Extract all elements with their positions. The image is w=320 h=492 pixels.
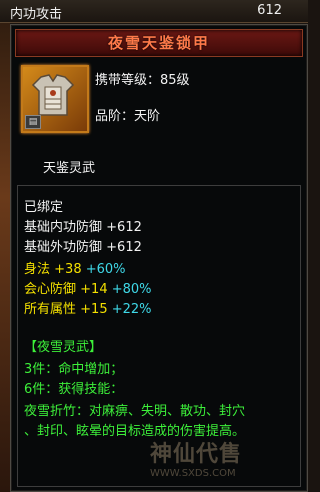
top-stat-value: 612 bbox=[257, 3, 282, 18]
background-edge bbox=[0, 0, 10, 492]
top-stat-bar: 内功攻击 612 bbox=[0, 0, 308, 23]
base-stat-row: 基础外功防御 +612 bbox=[24, 236, 142, 255]
bound-badge-icon: ▤ bbox=[25, 115, 41, 129]
item-icon-frame: ▤ bbox=[21, 65, 89, 133]
watermark-url: WWW.SXDS.COM bbox=[150, 468, 236, 479]
extra-stat-name: 会心防御 bbox=[24, 282, 77, 297]
base-stat-value: +612 bbox=[106, 220, 142, 235]
item-category: 天鉴灵武 bbox=[43, 161, 96, 176]
base-stat-name: 基础外功防御 bbox=[24, 240, 103, 255]
extra-stat-row: 身法 +38 +60% bbox=[24, 258, 126, 277]
watermark-logo: 神仙代售 WWW.SXDS.COM bbox=[150, 436, 306, 482]
extra-stat-value: +14 bbox=[80, 282, 108, 297]
base-stat-row: 基础内功防御 +612 bbox=[24, 216, 142, 235]
extra-stat-name: 身法 bbox=[24, 262, 51, 277]
extra-stat-row: 所有属性 +15 +22% bbox=[24, 298, 152, 317]
extra-stat-bonus: +80% bbox=[111, 282, 152, 297]
item-tooltip: 夜雪天鉴锁甲 ▤ 携带等级：85级 品阶：天阶 天鉴灵武 已绑定 基础内功防御 … bbox=[10, 24, 308, 492]
item-name: 夜雪天鉴锁甲 bbox=[15, 29, 303, 57]
top-stat-label: 内功攻击 bbox=[10, 7, 63, 22]
set-skill-desc: 夜雪折竹：对麻痹、失明、散功、封穴 bbox=[24, 404, 246, 419]
set-title: 【夜雪灵武】 bbox=[24, 340, 103, 355]
set-bonus-3: 3件：命中增加； bbox=[24, 362, 124, 377]
extra-stat-name: 所有属性 bbox=[24, 302, 77, 317]
item-level: 携带等级：85级 bbox=[95, 73, 190, 88]
extra-stat-value: +15 bbox=[80, 302, 108, 317]
set-bonus-6: 6件：获得技能： bbox=[24, 382, 124, 397]
watermark-text: 神仙代售 bbox=[150, 442, 243, 467]
extra-stat-value: +38 bbox=[54, 262, 82, 277]
extra-stat-bonus: +22% bbox=[111, 302, 152, 317]
item-grade: 品阶：天阶 bbox=[95, 109, 161, 124]
base-stat-value: +612 bbox=[106, 240, 142, 255]
extra-stat-row: 会心防御 +14 +80% bbox=[24, 278, 152, 297]
bound-status: 已绑定 bbox=[24, 200, 64, 215]
extra-stat-bonus: +60% bbox=[85, 262, 126, 277]
base-stat-name: 基础内功防御 bbox=[24, 220, 103, 235]
armor-icon bbox=[31, 74, 75, 116]
